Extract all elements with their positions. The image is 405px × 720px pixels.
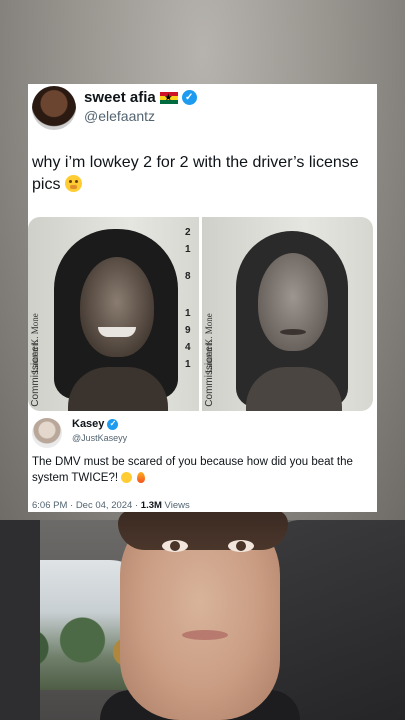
creator-right-eye — [228, 540, 254, 552]
license-digits: 2 1 8 1 9 4 1 — [185, 227, 195, 370]
views-count: 1.3M — [140, 500, 162, 511]
reply-body: The DMV must be scared of you because ho… — [32, 456, 353, 484]
tweet-header: sweet afia ✓ @elefaantz — [32, 84, 372, 134]
author-avatar[interactable] — [32, 86, 76, 130]
portrait-smile — [98, 327, 136, 337]
tweet-text: why i’m lowkey 2 for 2 with the driver’s… — [32, 152, 372, 196]
license-photo-left[interactable]: Lauren K. Mone Commissioner: 2 1 8 1 9 4… — [28, 217, 199, 411]
car-pillar — [0, 520, 40, 720]
reply-text: The DMV must be scared of you because ho… — [32, 454, 372, 486]
creator-left-eye — [162, 540, 188, 552]
portrait-face — [80, 257, 154, 357]
author-handle[interactable]: @elefaantz — [84, 108, 155, 124]
car-seat — [270, 520, 405, 720]
reply-author-name[interactable]: Kasey — [72, 418, 104, 430]
digit: 8 — [185, 271, 191, 282]
tweet-media[interactable]: Lauren K. Mone Commissioner: 2 1 8 1 9 4… — [28, 217, 373, 411]
digit: 1 — [185, 359, 191, 370]
verified-badge-icon: ✓ — [181, 90, 197, 105]
views-label: Views — [164, 500, 190, 511]
author-name-row[interactable]: sweet afia ✓ — [84, 89, 197, 106]
starstruck-emoji-icon — [121, 472, 133, 483]
reply-author-handle[interactable]: @JustKaseyy — [72, 433, 127, 443]
hand-over-mouth-emoji-icon — [64, 175, 82, 192]
commissioner-label: Commissioner: — [204, 340, 215, 407]
creator-mouth — [182, 630, 228, 640]
portrait-face — [258, 253, 328, 351]
quoted-reply[interactable]: Kasey ✓ @JustKaseyy The DMV must be scar… — [28, 414, 377, 512]
digit: 2 — [185, 227, 191, 238]
reply-author-avatar[interactable] — [32, 418, 62, 448]
verified-badge-icon: ✓ — [107, 418, 119, 430]
digit: 9 — [185, 325, 191, 336]
digit: 1 — [185, 244, 191, 255]
creator-hair — [118, 510, 288, 550]
reply-timestamp[interactable]: 6:06 PM · Dec 04, 2024 · — [32, 500, 138, 511]
commissioner-label: Commissioner: — [30, 340, 41, 407]
license-photo-right[interactable]: Lauren K. Mone Commissioner: — [202, 217, 373, 411]
fire-emoji-icon — [137, 472, 146, 483]
tweet-card[interactable]: sweet afia ✓ @elefaantz why i’m lowkey 2… — [28, 84, 377, 512]
digit: 4 — [185, 342, 191, 353]
digit: 1 — [185, 308, 191, 319]
reply-meta: 6:06 PM · Dec 04, 2024 · 1.3M Views — [32, 500, 190, 511]
reply-author-name-row[interactable]: Kasey ✓ — [72, 418, 119, 430]
author-name[interactable]: sweet afia — [84, 89, 156, 106]
portrait-lips — [280, 329, 306, 335]
ghana-flag-icon — [159, 91, 178, 104]
